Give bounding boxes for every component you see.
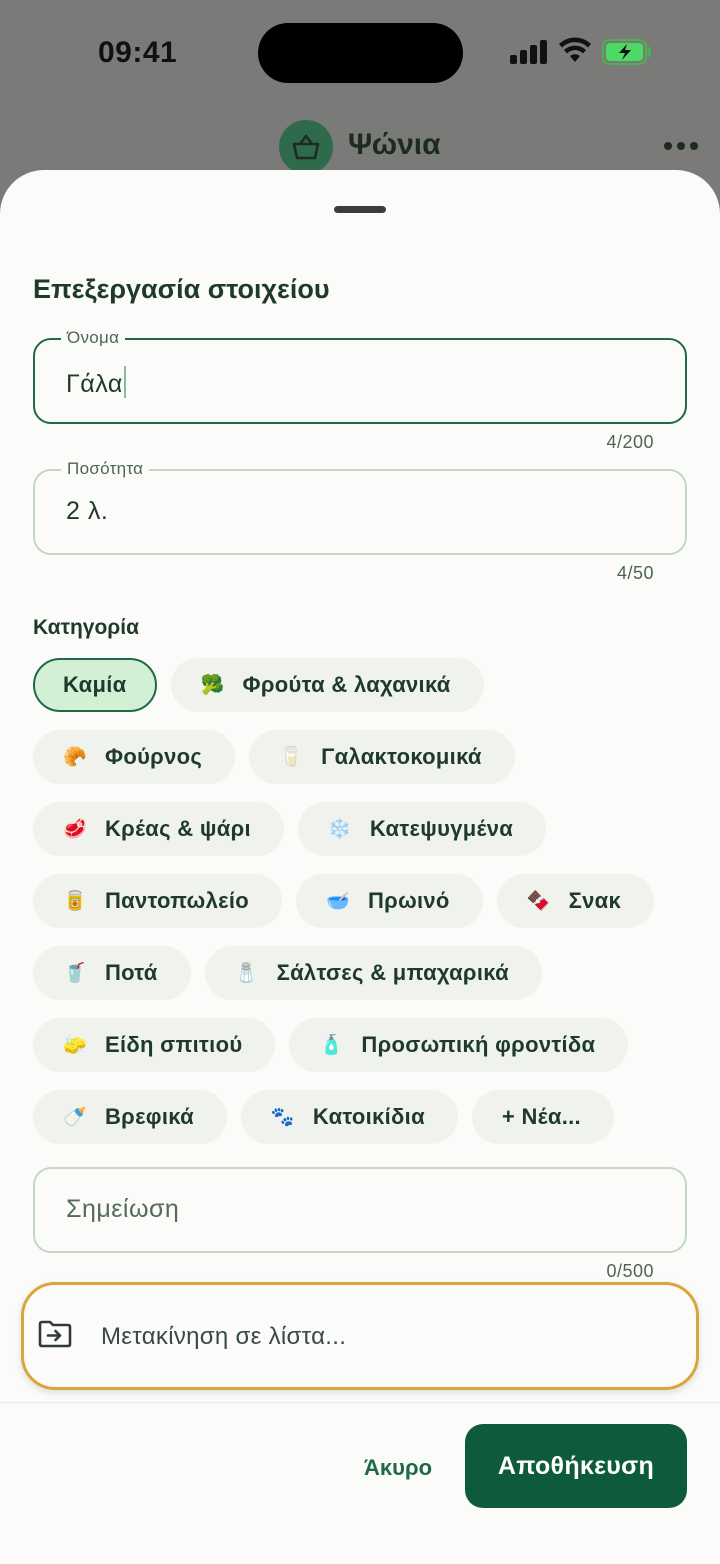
category-chips: Καμία 🥦 Φρούτα & λαχανικά 🥐 Φούρνος 🥛 Γαλακτοκ… [33,658,693,1144]
footer-divider [0,1402,720,1403]
category-emoji-icon: 🧽 [63,1035,87,1056]
name-field[interactable]: Όνομα Γάλα [33,328,687,424]
move-to-list-label: Μετακίνηση σε λίστα... [101,1323,347,1350]
quantity-char-counter: 4/50 [616,563,654,583]
category-emoji-icon: 🥩 [63,819,87,840]
cancel-button[interactable]: Άκυρο [364,1455,432,1481]
category-chip[interactable]: 🥐 Φούρνος [33,730,236,784]
quantity-field-label: Ποσότητα [61,459,150,479]
note-char-counter: 0/500 [606,1261,654,1281]
category-emoji-icon: 🍫 [526,891,551,912]
category-emoji-icon: 🥫 [63,891,87,912]
category-chip[interactable]: 🧴 Προσωπική φροντίδα [289,1018,629,1072]
note-placeholder[interactable]: Σημείωση [66,1195,179,1224]
battery-charging-icon [602,39,651,65]
category-chip-label: Κατοικίδια [312,1104,425,1129]
category-chip[interactable]: 🧽 Είδη σπιτιού [33,1018,276,1072]
name-char-counter: 4/200 [606,432,654,452]
quantity-field-value[interactable]: 2 λ. [66,497,108,526]
name-field-label: Όνομα [61,328,126,348]
category-emoji-icon: 🥐 [63,747,87,768]
category-chip-label: Παντοπωλείο [104,888,249,913]
category-chip-label: Κατεψυγμένα [369,816,514,841]
category-emoji-icon: 🥛 [279,747,304,768]
category-chip-label: Γαλακτοκομικά [321,744,482,769]
category-chip[interactable]: 🍼 Βρεφικά [33,1090,227,1144]
category-chip[interactable]: 🐾 Κατοικίδια [240,1090,458,1144]
save-button[interactable]: Αποθήκευση [465,1424,687,1508]
category-chip[interactable]: Καμία [33,658,157,712]
category-emoji-icon: ❄️ [327,819,352,840]
category-chip-label: Φρούτα & λαχανικά [242,672,451,697]
status-time: 09:41 [98,36,178,69]
category-chip-label: Κρέας & ψάρι [104,816,251,841]
category-chip-label: Πρωινό [367,888,450,913]
category-chip[interactable]: 🥩 Κρέας & ψάρι [33,802,284,856]
status-bar: 09:41 [0,0,720,110]
folder-move-icon [38,1320,72,1348]
category-chip[interactable]: 🥣 Πρωινό [296,874,483,928]
category-emoji-icon: 🥦 [200,675,225,696]
category-chip[interactable]: 🥦 Φρούτα & λαχανικά [170,658,484,712]
category-chip[interactable]: ❄️ Κατεψυγμένα [297,802,547,856]
category-chip-label: Σάλτσες & μπαχαρικά [276,960,509,985]
category-emoji-icon: 🧴 [319,1035,344,1056]
cellular-signal-icon [510,40,548,64]
category-chip-label: Βρεφικά [104,1104,194,1129]
wifi-icon [559,37,591,62]
category-chip[interactable]: 🧂 Σάλτσες & μπαχαρικά [204,946,542,1000]
category-emoji-icon: 🥤 [63,963,87,984]
category-chip-label: Είδη σπιτιού [104,1032,243,1057]
quantity-field[interactable]: Ποσότητα 2 λ. [33,459,687,555]
category-chip[interactable]: 🥫 Παντοπωλείο [33,874,282,928]
category-chip-label: Φούρνος [104,744,203,769]
sheet-drag-handle[interactable] [334,206,386,213]
category-chip[interactable]: + Νέα... [471,1090,614,1144]
sheet-title: Επεξεργασία στοιχείου [33,274,330,304]
category-chip-label: Προσωπική φροντίδα [361,1032,596,1057]
category-chip[interactable]: 🥤 Ποτά [33,946,191,1000]
category-emoji-icon: 🐾 [270,1107,295,1128]
category-chip[interactable]: 🥛 Γαλακτοκομικά [249,730,515,784]
move-to-list-button[interactable]: Μετακίνηση σε λίστα... [21,1282,699,1390]
edit-item-sheet: Επεξεργασία στοιχείου Όνομα Γάλα 4/200 Π… [0,170,720,1564]
category-chip[interactable]: 🍫 Σνακ [496,874,655,928]
category-emoji-icon: 🥣 [326,891,350,912]
category-emoji-icon: 🧂 [234,963,259,984]
shopping-basket-icon [279,120,333,174]
page-title: Ψώνια [348,128,441,161]
category-label: Κατηγορία [33,616,140,639]
name-field-value[interactable]: Γάλα [66,366,126,399]
note-field[interactable]: Σημείωση [33,1167,687,1253]
category-chip-label: + Νέα... [501,1104,581,1129]
more-horizontal-icon[interactable] [664,142,698,152]
dynamic-island [258,23,463,83]
category-chip-label: Σνακ [568,888,622,913]
category-emoji-icon: 🍼 [63,1107,87,1128]
text-caret [123,366,126,398]
category-chip-label: Καμία [63,672,127,697]
category-chip-label: Ποτά [104,960,158,985]
